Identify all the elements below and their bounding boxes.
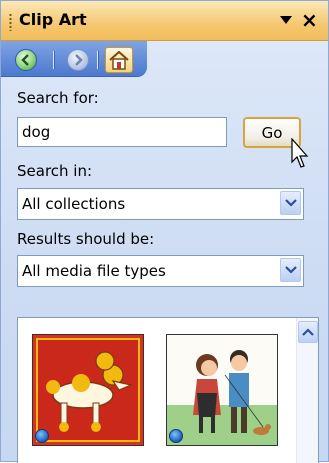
results-type-value: All media file types [22, 262, 166, 280]
search-in-select[interactable]: All collections [17, 188, 304, 220]
poodle-clipart[interactable] [32, 334, 144, 446]
scroll-up-arrow-icon[interactable] [298, 321, 318, 343]
navigation-toolbar [1, 41, 147, 77]
nav-separator [53, 51, 55, 69]
search-in-label: Search in: [17, 162, 93, 180]
search-input-value: dog [22, 123, 51, 141]
forward-icon[interactable] [67, 49, 89, 71]
drag-grip-icon[interactable] [9, 13, 12, 31]
back-icon[interactable] [15, 49, 37, 71]
pane-menu-dropdown-icon[interactable] [280, 16, 292, 24]
search-input[interactable]: dog [17, 117, 227, 147]
web-collection-globe-icon [169, 429, 183, 443]
results-type-label: Results should be: [17, 230, 155, 248]
pane-title: Clip Art [19, 10, 87, 29]
clip-art-task-pane: Clip Art × Search for: dog Go Search in:… [0, 0, 329, 463]
close-icon[interactable]: × [301, 8, 318, 32]
nav-separator [97, 51, 99, 69]
results-list [17, 317, 319, 463]
results-type-select[interactable]: All media file types [17, 255, 304, 287]
couple-walking-dog-clipart[interactable] [166, 334, 278, 446]
title-bar: Clip Art × [1, 1, 328, 41]
mouse-cursor-icon [291, 138, 309, 168]
search-in-value: All collections [22, 195, 126, 213]
search-for-label: Search for: [17, 89, 99, 107]
chevron-down-icon[interactable] [280, 191, 301, 215]
results-scrollbar[interactable] [296, 318, 318, 463]
web-collection-globe-icon [35, 429, 49, 443]
chevron-down-icon[interactable] [280, 258, 301, 282]
home-icon[interactable] [105, 47, 133, 73]
